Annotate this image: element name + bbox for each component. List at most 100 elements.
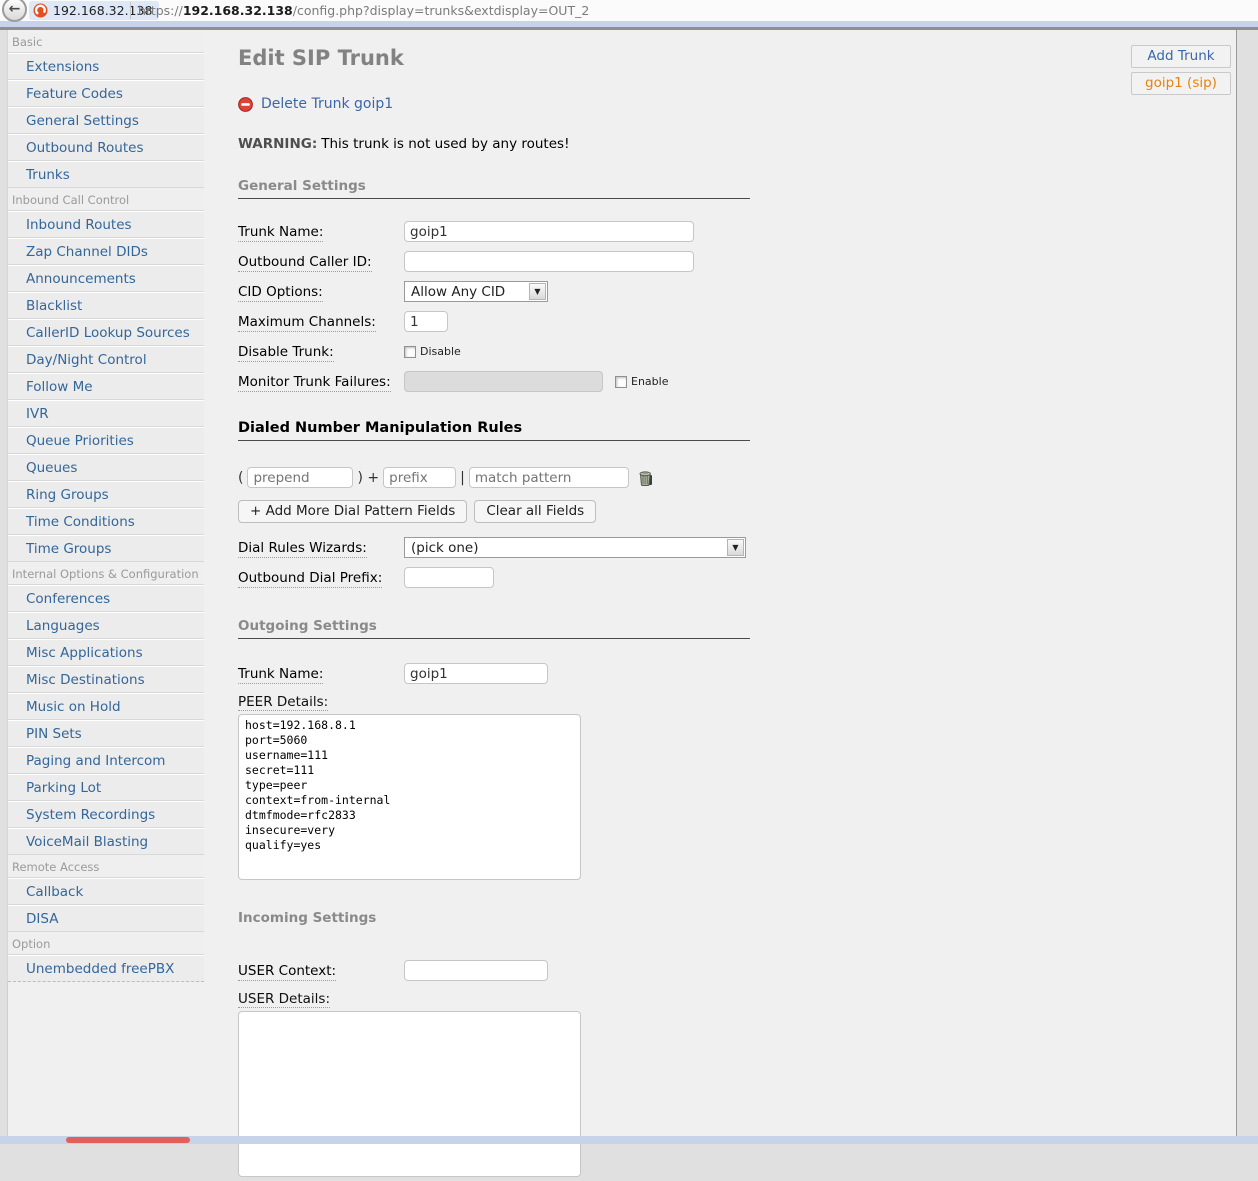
sidebar-item-follow-me[interactable]: Follow Me <box>8 373 204 400</box>
add-trunk-button[interactable]: Add Trunk <box>1131 45 1231 68</box>
section-divider <box>238 638 750 639</box>
general-settings-heading: General Settings <box>238 178 750 194</box>
sidebar-item-announcements[interactable]: Announcements <box>8 265 204 292</box>
max-channels-input[interactable] <box>404 311 448 332</box>
dial-pattern-row: ( ) + | <box>238 467 750 488</box>
warning-text: This trunk is not used by any routes! <box>321 136 569 152</box>
bottom-scroll-thumb[interactable] <box>66 1137 190 1143</box>
trunk-name-input[interactable] <box>404 221 694 242</box>
sidebar-item-trunks[interactable]: Trunks <box>8 161 204 188</box>
sidebar-section-header: Option <box>8 932 204 955</box>
delete-trunk-link[interactable]: Delete Trunk goip1 <box>261 96 393 112</box>
sidebar-section-header: Remote Access <box>8 855 204 878</box>
user-context-label: USER Context: <box>238 963 404 979</box>
sidebar-item-queues[interactable]: Queues <box>8 454 204 481</box>
sidebar-item-misc-destinations[interactable]: Misc Destinations <box>8 666 204 693</box>
outbound-callerid-label: Outbound Caller ID: <box>238 254 404 270</box>
warning-message: WARNING:This trunk is not used by any ro… <box>238 136 750 152</box>
sidebar-item-queue-priorities[interactable]: Queue Priorities <box>8 427 204 454</box>
sidebar-item-general-settings[interactable]: General Settings <box>8 107 204 134</box>
bottom-scroll-bar[interactable] <box>0 1136 1258 1144</box>
trunk-name-label: Trunk Name: <box>238 224 404 240</box>
sidebar-item-callerid-lookup-sources[interactable]: CallerID Lookup Sources <box>8 319 204 346</box>
sidebar-section-header: Inbound Call Control <box>8 188 204 211</box>
user-context-input[interactable] <box>404 960 548 981</box>
enable-checkbox[interactable] <box>615 376 627 388</box>
sidebar-item-voicemail-blasting[interactable]: VoiceMail Blasting <box>8 828 204 855</box>
dial-wizards-row: Dial Rules Wizards: (pick one) ▼ <box>238 537 750 558</box>
outbound-prefix-row: Outbound Dial Prefix: <box>238 567 750 588</box>
peer-details-textarea[interactable] <box>238 714 581 880</box>
sidebar-item-languages[interactable]: Languages <box>8 612 204 639</box>
cid-options-value: Allow Any CID <box>405 284 511 300</box>
sidebar-item-time-conditions[interactable]: Time Conditions <box>8 508 204 535</box>
delete-trunk-row: Delete Trunk goip1 <box>238 96 750 112</box>
sidebar-item-inbound-routes[interactable]: Inbound Routes <box>8 211 204 238</box>
incoming-settings-heading: Incoming Settings <box>238 910 750 926</box>
sidebar-item-blacklist[interactable]: Blacklist <box>8 292 204 319</box>
outgoing-trunk-name-label: Trunk Name: <box>238 666 404 682</box>
warning-prefix: WARNING: <box>238 136 317 152</box>
sidebar-item-misc-applications[interactable]: Misc Applications <box>8 639 204 666</box>
sidebar-item-parking-lot[interactable]: Parking Lot <box>8 774 204 801</box>
sidebar-item-paging-and-intercom[interactable]: Paging and Intercom <box>8 747 204 774</box>
back-button[interactable]: ← <box>2 0 27 22</box>
cid-options-row: CID Options: Allow Any CID ▼ <box>238 281 750 302</box>
outbound-prefix-input[interactable] <box>404 567 494 588</box>
prefix-input[interactable] <box>383 467 456 488</box>
dial-wizards-value: (pick one) <box>405 540 485 556</box>
disable-checkbox[interactable] <box>404 346 416 358</box>
clear-fields-button[interactable]: Clear all Fields <box>474 500 596 523</box>
chevron-down-icon: ▼ <box>529 283 546 300</box>
user-context-row: USER Context: <box>238 960 750 981</box>
sidebar-item-pin-sets[interactable]: PIN Sets <box>8 720 204 747</box>
chevron-down-icon: ▼ <box>727 539 744 556</box>
url-scheme: https:// <box>138 3 183 18</box>
chrome-border-strip <box>0 27 1258 30</box>
sidebar-item-system-recordings[interactable]: System Recordings <box>8 801 204 828</box>
outgoing-trunk-name-row: Trunk Name: <box>238 663 750 684</box>
trash-icon[interactable] <box>637 469 654 487</box>
dial-wizards-label: Dial Rules Wizards: <box>238 540 404 556</box>
outgoing-trunk-name-input[interactable] <box>404 663 548 684</box>
cid-options-select[interactable]: Allow Any CID ▼ <box>404 281 548 302</box>
site-favicon-icon <box>33 3 48 18</box>
disable-checkbox-label: Disable <box>420 345 461 358</box>
add-dial-pattern-button[interactable]: + Add More Dial Pattern Fields <box>238 500 467 523</box>
page-title: Edit SIP Trunk <box>238 46 750 70</box>
sidebar-item-zap-channel-dids[interactable]: Zap Channel DIDs <box>8 238 204 265</box>
max-channels-label: Maximum Channels: <box>238 314 404 330</box>
sidebar-item-extensions[interactable]: Extensions <box>8 53 204 80</box>
section-divider <box>238 198 750 199</box>
url-host: 192.168.32.138 <box>183 3 293 18</box>
trunk-actions-panel: Add Trunk goip1 (sip) <box>1131 45 1231 99</box>
disable-trunk-row: Disable Trunk: Disable <box>238 341 750 362</box>
prepend-input[interactable] <box>247 467 353 488</box>
sidebar-item-day-night-control[interactable]: Day/Night Control <box>8 346 204 373</box>
sidebar-item-music-on-hold[interactable]: Music on Hold <box>8 693 204 720</box>
monitor-failures-input[interactable] <box>404 371 603 392</box>
dial-wizards-select[interactable]: (pick one) ▼ <box>404 537 746 558</box>
sidebar-item-outbound-routes[interactable]: Outbound Routes <box>8 134 204 161</box>
match-pattern-input[interactable] <box>469 467 629 488</box>
sidebar-item-disa[interactable]: DISA <box>8 905 204 932</box>
sidebar-item-feature-codes[interactable]: Feature Codes <box>8 80 204 107</box>
trunk-name-row: Trunk Name: <box>238 221 750 242</box>
outbound-prefix-label: Outbound Dial Prefix: <box>238 570 404 586</box>
outbound-callerid-input[interactable] <box>404 251 694 272</box>
sidebar-section-header: Basic <box>8 30 204 53</box>
dial-rules-heading: Dialed Number Manipulation Rules <box>238 420 750 436</box>
trunk-goip1-link[interactable]: goip1 (sip) <box>1131 72 1231 95</box>
sidebar-item-callback[interactable]: Callback <box>8 878 204 905</box>
sidebar-item-ring-groups[interactable]: Ring Groups <box>8 481 204 508</box>
url-separator <box>130 2 131 19</box>
sidebar-item-conferences[interactable]: Conferences <box>8 585 204 612</box>
disable-trunk-label: Disable Trunk: <box>238 344 404 360</box>
sidebar-item-time-groups[interactable]: Time Groups <box>8 535 204 562</box>
cid-options-label: CID Options: <box>238 284 404 300</box>
sidebar-item-unembedded-freepbx[interactable]: Unembedded freePBX <box>8 955 204 982</box>
general-settings-form: Trunk Name: Outbound Caller ID: CID Opti… <box>238 221 750 392</box>
sidebar-item-ivr[interactable]: IVR <box>8 400 204 427</box>
url-bar[interactable]: https://192.168.32.138/config.php?displa… <box>138 3 589 18</box>
user-details-textarea[interactable] <box>238 1011 581 1177</box>
